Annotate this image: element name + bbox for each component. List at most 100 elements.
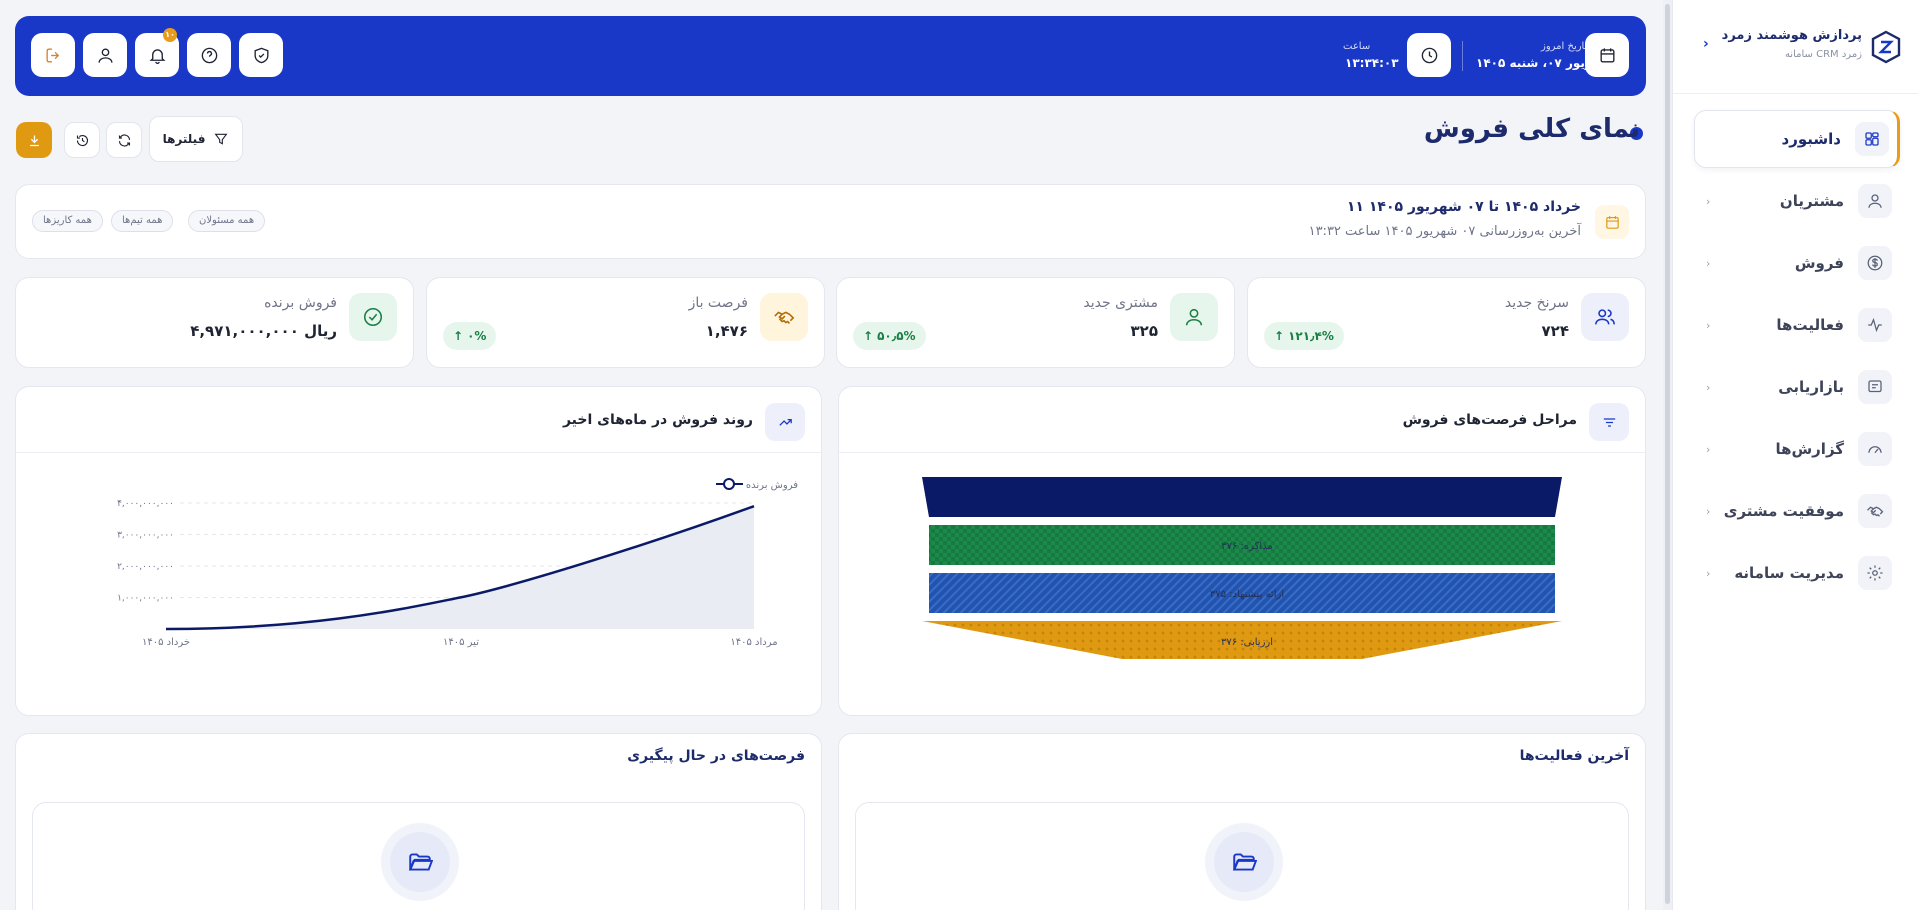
stat-value: ۷۲۴ <box>1541 322 1569 340</box>
x-tick-label: تیر ۱۴۰۵ <box>443 637 479 648</box>
help-icon <box>201 47 217 63</box>
sidebar-item-label: مدیریت سامانه <box>1734 564 1844 582</box>
sidebar-item-label: موفقیت مشتری <box>1723 502 1844 520</box>
funnel-stage-label: ارزیابی: ۳۷۶ <box>1221 637 1273 648</box>
trend-panel: روند فروش در ماه‌های اخیر ۰ ۱,۰۰۰,۰۰۰,۰۰۰… <box>15 386 822 716</box>
clock-button[interactable] <box>1407 33 1451 77</box>
refresh-button[interactable] <box>106 122 142 158</box>
stat-change-value: ۱۲۱٫۴% <box>1288 329 1334 343</box>
user-icon <box>1170 293 1218 341</box>
trend-area <box>166 506 754 629</box>
activities-panel: آخرین فعالیت‌ها <box>838 733 1646 910</box>
funnel-panel-header: مراحل فرصت‌های فروش <box>839 387 1645 453</box>
time-label: ساعت <box>1343 41 1371 52</box>
activities-title: آخرین فعالیت‌ها <box>1519 748 1629 764</box>
team-filter-chip[interactable]: همه تیم‌ها <box>111 210 174 232</box>
security-button[interactable] <box>239 33 283 77</box>
date-label: تاریخ امروز <box>1541 41 1588 52</box>
logout-icon <box>45 47 59 63</box>
chevron-left-icon: › <box>1706 194 1711 208</box>
activity-icon <box>1858 308 1892 342</box>
users-icon <box>1581 293 1629 341</box>
sidebar-item-2[interactable]: فروش › <box>1694 234 1900 292</box>
sidebar-item-6[interactable]: موفقیت مشتری › <box>1694 482 1900 540</box>
stat-card[interactable]: فرصت باز ۱,۴۷۶ ↑ ۰% <box>426 277 825 368</box>
arrow-up-icon: ↑ <box>863 329 874 343</box>
trend-panel-header: روند فروش در ماه‌های اخیر <box>16 387 821 453</box>
sidebar-item-0[interactable]: داشبورد <box>1694 110 1900 168</box>
owner-filter-chip[interactable]: همه مسئولان <box>188 210 266 232</box>
brand-header: پردازش هوشمند زمرد سامانه CRM زمرد › <box>1673 0 1918 94</box>
stat-value: ۴,۹۷۱,۰۰۰,۰۰۰ ریال <box>190 322 337 340</box>
check-circle-icon <box>349 293 397 341</box>
sidebar-item-5[interactable]: گزارش‌ها › <box>1694 420 1900 478</box>
stat-value: ۱,۴۷۶ <box>705 322 748 340</box>
handshake-icon <box>760 293 808 341</box>
stat-value: ۳۲۵ <box>1130 322 1158 340</box>
funnel-panel: مراحل فرصت‌های فروش مذاکره: ۳۷۶ ارائه پیش… <box>838 386 1646 716</box>
x-tick-label: خرداد ۱۴۰۵ <box>142 637 190 648</box>
page-title: نمای کلی فروش <box>1423 114 1640 144</box>
chevron-left-icon: › <box>1706 566 1711 580</box>
sidebar-collapse-icon[interactable]: › <box>1703 36 1709 52</box>
filters-button[interactable]: فیلترها <box>149 116 243 162</box>
stat-change-value: ۰% <box>467 329 487 343</box>
stat-card[interactable]: فروش برنده ۴,۹۷۱,۰۰۰,۰۰۰ ریال <box>15 277 414 368</box>
history-button[interactable] <box>64 122 100 158</box>
y-tick-label: ۳,۰۰۰,۰۰۰,۰۰۰ <box>117 531 174 541</box>
folder-open-icon <box>408 853 433 871</box>
followups-title: فرصت‌های در حال پیگیری <box>627 748 805 764</box>
brand-subtitle: سامانه CRM زمرد <box>1784 49 1862 60</box>
funnel-stage-label: ارائه پیشنهاد: ۳۷۵ <box>1210 589 1284 600</box>
time-value: ۱۳:۳۴:۰۳ <box>1345 56 1399 70</box>
chevron-left-icon: › <box>1706 380 1711 394</box>
stat-card[interactable]: سرنخ جدید ۷۲۴ ↑ ۱۲۱٫۴% <box>1247 277 1646 368</box>
calendar-icon <box>1599 47 1615 63</box>
user-icon <box>97 47 113 63</box>
legend-label: فروش برنده <box>746 480 798 491</box>
funnel-filter-icon[interactable] <box>1589 403 1629 441</box>
sidebar: پردازش هوشمند زمرد سامانه CRM زمرد › داش… <box>1672 0 1918 910</box>
filter-icon <box>214 133 228 145</box>
brand-title: پردازش هوشمند زمرد <box>1721 28 1862 43</box>
pipeline-filter-chip[interactable]: همه کاریزها <box>32 210 103 232</box>
y-tick-label: ۲,۰۰۰,۰۰۰,۰۰۰ <box>117 562 174 572</box>
help-button[interactable] <box>187 33 231 77</box>
stat-label: مشتری جدید <box>1083 295 1158 311</box>
sidebar-item-4[interactable]: بازاریابی › <box>1694 358 1900 416</box>
download-button[interactable] <box>16 122 52 158</box>
filters-label: فیلترها <box>162 132 206 146</box>
page-scrollbar-thumb[interactable] <box>1665 4 1670 904</box>
stat-card[interactable]: مشتری جدید ۳۲۵ ↑ ۵۰٫۵% <box>836 277 1235 368</box>
calendar-button[interactable] <box>1585 33 1629 77</box>
sidebar-item-1[interactable]: مشتریان › <box>1694 172 1900 230</box>
funnel-stage[interactable] <box>922 477 1562 517</box>
header-divider <box>1462 41 1463 71</box>
logout-button[interactable] <box>31 33 75 77</box>
profile-button[interactable] <box>83 33 127 77</box>
chevron-left-icon: › <box>1706 256 1711 270</box>
funnel-chart: مذاکره: ۳۷۶ ارائه پیشنهاد: ۳۷۵ ارزیابی: ۳۷… <box>922 477 1562 659</box>
trend-title: روند فروش در ماه‌های اخیر <box>562 412 753 428</box>
message-icon <box>1858 370 1892 404</box>
handshake-icon <box>1858 494 1892 528</box>
sidebar-item-label: بازاریابی <box>1778 378 1844 396</box>
followups-empty-state <box>32 802 805 910</box>
notifications-button[interactable]: ۱۰ <box>135 28 179 77</box>
chart-legend[interactable]: فروش برنده <box>716 478 798 491</box>
trend-up-icon <box>765 403 805 441</box>
stat-label: فروش برنده <box>264 295 337 311</box>
sidebar-item-label: گزارش‌ها <box>1775 440 1844 458</box>
arrow-up-icon: ↑ <box>1274 329 1285 343</box>
gear-icon <box>1858 556 1892 590</box>
brand-logo-icon <box>1871 30 1901 64</box>
sidebar-nav: داشبورد مشتریان › فروش › فعالیت‌ها › بازاریابی ›… <box>1672 110 1918 606</box>
gauge-icon <box>1858 432 1892 466</box>
stat-change-value: ۵۰٫۵% <box>877 329 916 343</box>
sidebar-item-3[interactable]: فعالیت‌ها › <box>1694 296 1900 354</box>
stat-label: فرصت باز <box>688 295 748 311</box>
chevron-left-icon: › <box>1706 442 1711 456</box>
sidebar-item-7[interactable]: مدیریت سامانه › <box>1694 544 1900 602</box>
sidebar-item-label: داشبورد <box>1781 130 1841 148</box>
clock-icon <box>1421 47 1437 63</box>
